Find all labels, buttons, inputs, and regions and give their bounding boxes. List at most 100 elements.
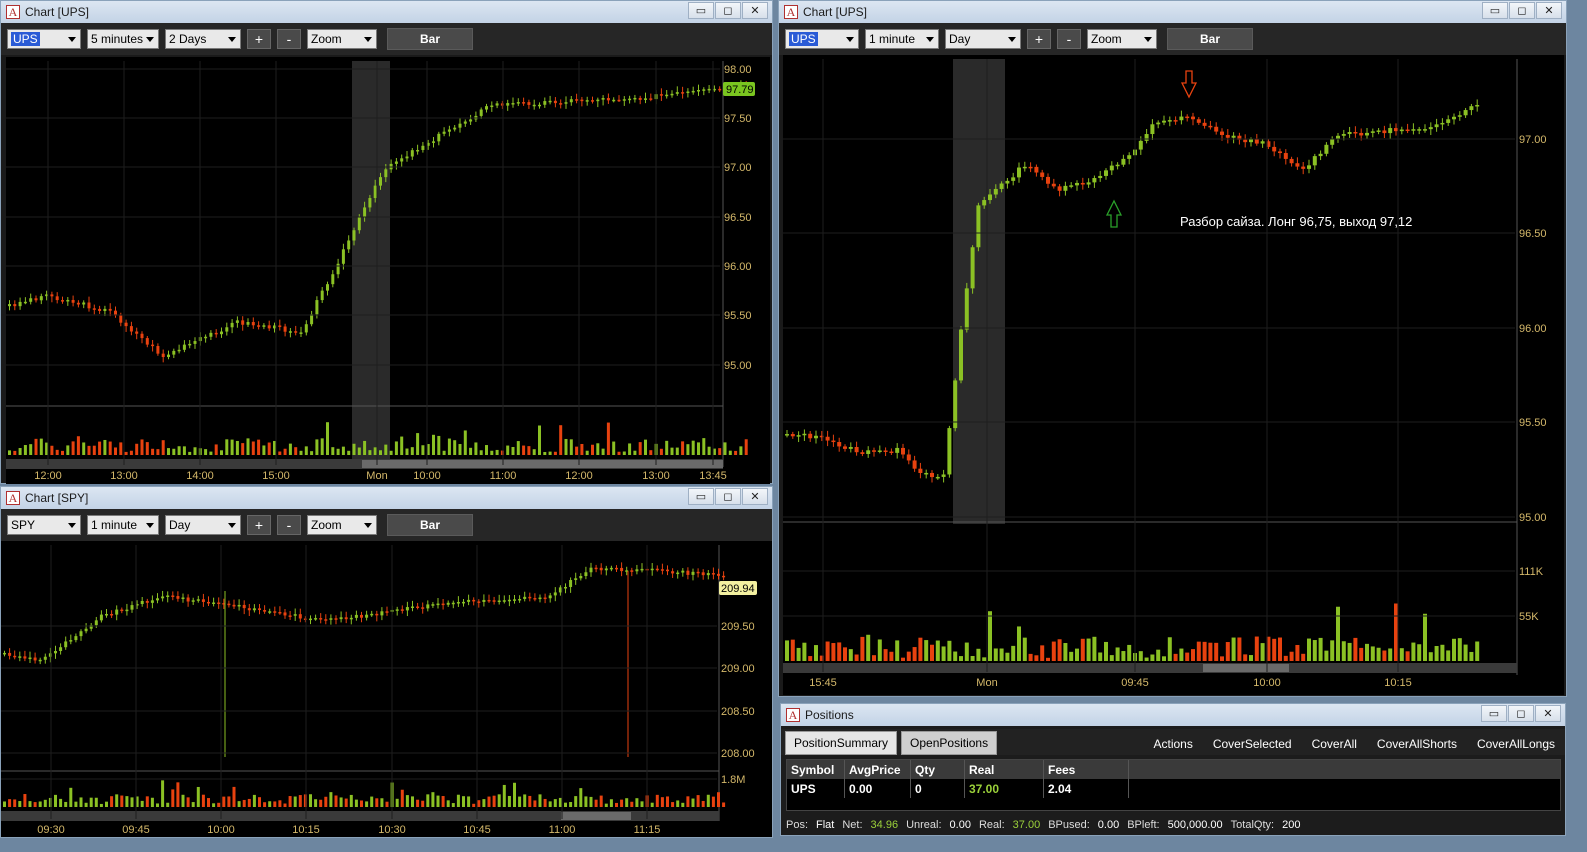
candle-body: [953, 380, 958, 429]
zoom-out-button[interactable]: -: [277, 29, 301, 49]
cover-all-shorts-button[interactable]: CoverAllShorts: [1377, 737, 1457, 751]
scrollbar-thumb[interactable]: [561, 812, 631, 820]
bar-style-button[interactable]: Bar: [387, 28, 473, 50]
column-header-qty[interactable]: Qty: [911, 760, 965, 779]
zoom-dropdown[interactable]: Zoom: [307, 515, 377, 535]
bar-style-button[interactable]: Bar: [387, 514, 473, 536]
actions-menu[interactable]: Actions: [1153, 737, 1192, 751]
volume-bar: [394, 441, 398, 455]
zoom-in-button[interactable]: +: [247, 515, 271, 535]
candle-body: [38, 659, 42, 662]
candle-body: [115, 609, 119, 615]
volume-bar: [119, 442, 123, 455]
range-dropdown[interactable]: Day: [165, 515, 241, 535]
candle-body: [29, 298, 33, 302]
zoom-in-button[interactable]: +: [247, 29, 271, 49]
volume-bar: [671, 802, 675, 807]
price-chart[interactable]: 209.50 209.00 208.50 208.00 1.8M 09:30 09:45 1…: [1, 541, 772, 837]
scrollbar-thumb[interactable]: [362, 460, 723, 468]
candle-body: [13, 304, 17, 307]
bar-style-button[interactable]: Bar: [1167, 28, 1253, 50]
volume-bar: [64, 801, 68, 807]
symbol-dropdown[interactable]: SPY: [7, 515, 81, 535]
column-header-real[interactable]: Real: [965, 760, 1044, 779]
candle-body: [172, 350, 176, 355]
volume-bar: [257, 439, 261, 455]
column-header-avgprice[interactable]: AvgPrice: [845, 760, 911, 779]
candle-body: [548, 100, 552, 103]
zoom-in-button[interactable]: +: [1027, 29, 1051, 49]
volume-bar: [1063, 643, 1068, 661]
window-titlebar[interactable]: A Positions ▭ ◻ ✕: [781, 704, 1565, 726]
window-titlebar[interactable]: A Chart [UPS] ▭ ◻ ✕: [779, 1, 1566, 23]
minimize-button[interactable]: ▭: [688, 2, 714, 19]
price-chart[interactable]: 98.00 97.50 97.00 96.50 96.00 95.50 95.00 12:0…: [6, 57, 770, 484]
candle-body: [564, 102, 568, 104]
range-value: Day: [169, 518, 191, 532]
zoom-dropdown[interactable]: Zoom: [307, 29, 377, 49]
price-chart[interactable]: 97.00 96.50 96.00 95.50 95.00 111K 55K 15:45 Mo…: [783, 55, 1564, 695]
zoom-out-button[interactable]: -: [277, 515, 301, 535]
minimize-button[interactable]: ▭: [1482, 2, 1508, 19]
volume-bar: [649, 450, 653, 455]
volume-bar: [1249, 655, 1253, 661]
close-button[interactable]: ✕: [742, 488, 768, 505]
window-titlebar[interactable]: A Chart [UPS] ▭ ◻ ✕: [1, 1, 772, 23]
window-titlebar[interactable]: A Chart [SPY] ▭ ◻ ✕: [1, 487, 772, 509]
volume-bar: [344, 798, 348, 807]
candle-body: [1457, 115, 1462, 117]
tab-open-positions[interactable]: OpenPositions: [901, 731, 998, 755]
chart-canvas[interactable]: 209.50 209.00 208.50 208.00 1.8M 09:30 09:45 1…: [1, 541, 772, 837]
candle-body: [431, 604, 435, 606]
chart-canvas[interactable]: 97.00 96.50 96.00 95.50 95.00 111K 55K 15:45 Mo…: [783, 55, 1564, 695]
close-button[interactable]: ✕: [1536, 2, 1562, 19]
volume-bar: [304, 446, 308, 455]
scrollbar-thumb[interactable]: [1203, 664, 1289, 672]
interval-dropdown[interactable]: 1 minute: [865, 29, 939, 49]
volume-bar: [901, 657, 905, 661]
cover-all-button[interactable]: CoverAll: [1312, 737, 1357, 751]
range-dropdown[interactable]: Day: [945, 29, 1021, 49]
close-button[interactable]: ✕: [742, 2, 768, 19]
column-header-symbol[interactable]: Symbol: [787, 760, 845, 779]
volume-bar: [953, 651, 958, 661]
chart-toolbar: UPS 1 minute Day + - Zoom Bar: [779, 23, 1566, 55]
volume-bar: [487, 796, 491, 807]
minimize-button[interactable]: ▭: [1481, 705, 1507, 722]
chart-canvas[interactable]: 98.00 97.50 97.00 96.50 96.00 95.50 95.00 12:0…: [6, 57, 770, 484]
cover-selected-button[interactable]: CoverSelected: [1213, 737, 1292, 751]
candle-body: [831, 440, 836, 443]
candle-body: [506, 103, 510, 106]
volume-bar: [744, 439, 748, 455]
symbol-dropdown[interactable]: UPS: [785, 29, 859, 49]
volume-bar: [1452, 638, 1456, 661]
candle-body: [288, 615, 292, 617]
range-dropdown[interactable]: 2 Days: [165, 29, 241, 49]
maximize-button[interactable]: ◻: [1508, 705, 1534, 722]
candle-body: [145, 338, 149, 345]
interval-dropdown[interactable]: 5 minutes: [87, 29, 159, 49]
maximize-button[interactable]: ◻: [715, 2, 741, 19]
interval-dropdown[interactable]: 1 minute: [87, 515, 159, 535]
volume-bar: [866, 634, 871, 661]
volume-bar: [150, 797, 154, 807]
maximize-button[interactable]: ◻: [1509, 2, 1535, 19]
candle-body: [1167, 120, 1172, 122]
candle-body: [1220, 131, 1224, 135]
x-axis-tick-label: 14:00: [186, 470, 214, 482]
column-header-fees[interactable]: Fees: [1044, 760, 1129, 779]
zoom-dropdown[interactable]: Zoom: [1087, 29, 1157, 49]
table-row[interactable]: UPS 0.00 0 37.00 2.04: [787, 779, 1560, 798]
minimize-button[interactable]: ▭: [688, 488, 714, 505]
zoom-out-button[interactable]: -: [1057, 29, 1081, 49]
close-button[interactable]: ✕: [1535, 705, 1561, 722]
cover-all-longs-button[interactable]: CoverAllLongs: [1477, 737, 1555, 751]
candle-body: [1162, 120, 1166, 123]
tab-position-summary[interactable]: PositionSummary: [785, 731, 898, 755]
volume-bar: [877, 639, 882, 661]
candle-body: [511, 103, 515, 105]
maximize-button[interactable]: ◻: [715, 488, 741, 505]
horizontal-scrollbar[interactable]: [783, 663, 1517, 673]
symbol-dropdown[interactable]: UPS: [7, 29, 81, 49]
volume-bar: [497, 794, 501, 807]
